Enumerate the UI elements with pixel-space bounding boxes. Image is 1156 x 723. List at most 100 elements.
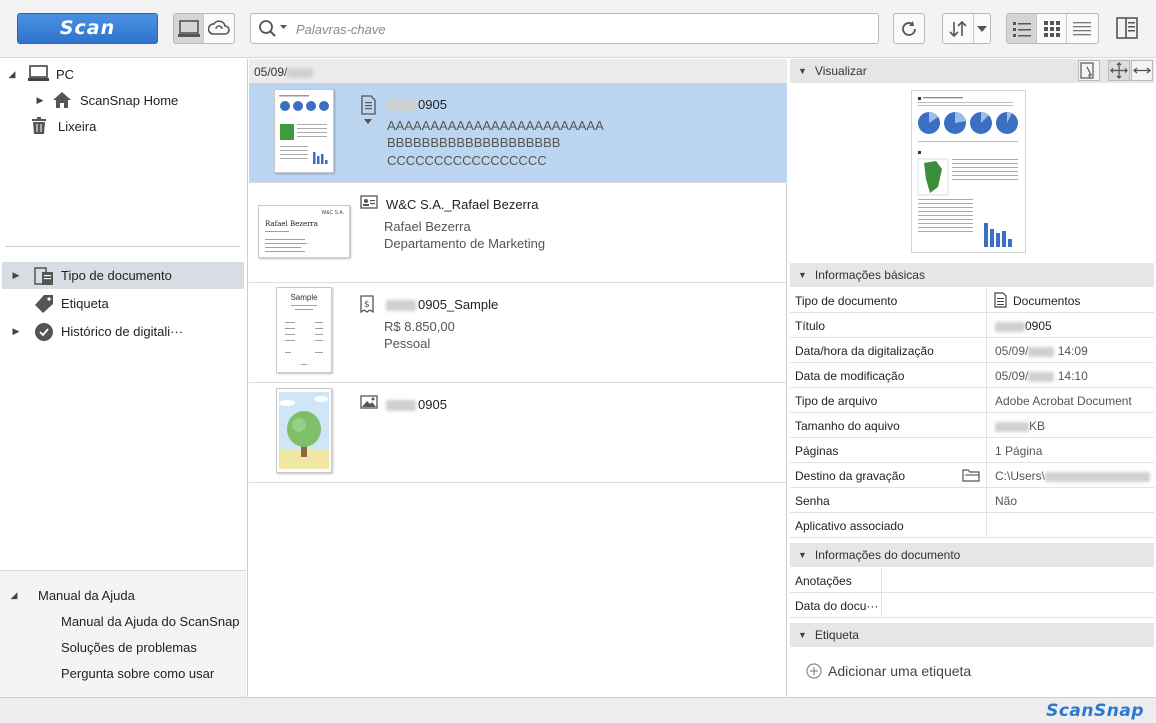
search-icon[interactable]	[258, 19, 288, 42]
tree-item-label: ScanSnap Home	[80, 92, 179, 108]
prop-key: Aplicativo associado	[795, 519, 904, 533]
search-input[interactable]: Palavras-chave	[250, 13, 879, 44]
folder-icon[interactable]	[962, 468, 980, 485]
detail-view-icon	[1073, 21, 1091, 35]
item-line: Pessoal	[384, 336, 431, 351]
prop-value[interactable]: 0905	[995, 319, 1052, 333]
prop-value[interactable]: Documentos	[1013, 294, 1080, 308]
sidebar-item-label: Tipo de documento	[61, 268, 172, 283]
cloud-toggle[interactable]	[204, 14, 234, 43]
business-card-thumbnail: W&C S.A. Rafael Bezerra	[258, 205, 350, 258]
sort-button[interactable]	[943, 14, 975, 43]
prop-row-notes: Anotações	[790, 568, 1154, 593]
prop-key: Tamanho do aquivo	[795, 419, 900, 433]
preview-title: Visualizar	[814, 64, 867, 78]
sidebar-item-tag[interactable]: Etiqueta	[2, 290, 244, 317]
list-view-button[interactable]	[1007, 14, 1037, 43]
prop-value: KB	[995, 419, 1045, 433]
item-line: BBBBBBBBBBBBBBBBBBBB	[387, 135, 561, 150]
detail-view-button[interactable]	[1067, 14, 1097, 43]
sidebar: ◢ PC ▶ ScanSnap Home Lixeira ▶ Tipo de d…	[0, 59, 248, 697]
prop-row-file-type: Tipo de arquivo Adobe Acrobat Document	[790, 388, 1154, 413]
prop-value: 1 Página	[995, 444, 1043, 458]
list-item[interactable]: 0905 AAAAAAAAAAAAAAAAAAAAAAAAA BBBBBBBBB…	[249, 83, 787, 183]
date-group-header: 05/09/	[249, 59, 787, 83]
tree-item-pc[interactable]: ◢ PC	[6, 63, 74, 85]
pan-button[interactable]	[1108, 60, 1130, 81]
panel-toggle-button[interactable]	[1115, 16, 1139, 43]
help-link-troubleshooting[interactable]: Soluções de problemas	[61, 640, 197, 655]
item-line: R$ 8.850,00	[384, 319, 455, 334]
collapse-icon[interactable]: ▼	[798, 550, 807, 560]
computer-toggle[interactable]	[174, 14, 204, 43]
tree-item-label: PC	[56, 66, 75, 82]
scan-button[interactable]: Scan	[17, 13, 158, 44]
tag-header[interactable]: ▼ Etiqueta	[790, 623, 1154, 647]
add-tag-button[interactable]: Adicionar uma etiqueta	[806, 663, 971, 679]
collapse-icon[interactable]: ▼	[798, 270, 807, 280]
business-card-icon	[360, 195, 378, 212]
list-item[interactable]: 0905	[249, 383, 787, 483]
prop-key: Tipo de documento	[795, 294, 898, 308]
fit-width-button[interactable]	[1131, 60, 1153, 81]
grid-view-button[interactable]	[1037, 14, 1067, 43]
grid-view-icon	[1043, 20, 1060, 37]
basic-info-header[interactable]: ▼ Informações básicas	[790, 263, 1154, 287]
prop-value: 05/09/ 14:10	[995, 369, 1088, 383]
prop-key: Data/hora da digitalização	[795, 344, 934, 358]
help-title: Manual da Ajuda	[38, 588, 135, 603]
search-placeholder: Palavras-chave	[296, 22, 386, 37]
computer-icon	[28, 65, 49, 81]
expand-icon[interactable]: ▶	[34, 95, 46, 106]
sort-dropdown[interactable]	[942, 13, 991, 44]
list-view-icon	[1012, 21, 1031, 37]
prop-row-document-type: Tipo de documento Documentos	[790, 288, 1154, 313]
prop-row-scan-datetime: Data/hora da digitalização 05/09/ 14:09	[790, 338, 1154, 363]
document-icon	[994, 292, 1007, 311]
trash-icon	[32, 117, 46, 134]
help-header[interactable]: ◢ Manual da Ajuda	[8, 588, 135, 603]
prop-value: 05/09/ 14:09	[995, 344, 1088, 358]
prop-key: Data do docu···	[795, 599, 879, 613]
expand-icon[interactable]: ▶	[10, 326, 22, 337]
tree-item-trash[interactable]: Lixeira	[30, 115, 96, 137]
home-icon	[53, 92, 71, 108]
tag-title: Etiqueta	[814, 628, 859, 642]
prop-row-associated-app: Aplicativo associado	[790, 513, 1154, 538]
document-preview	[911, 90, 1026, 253]
scansnap-logo: ScanSnap	[1046, 701, 1144, 721]
prop-key: Senha	[795, 494, 830, 508]
help-link-how-to-use[interactable]: Pergunta sobre como usar	[61, 666, 214, 681]
fit-page-icon	[1080, 62, 1094, 79]
expand-icon[interactable]: ▶	[10, 270, 22, 281]
item-line: AAAAAAAAAAAAAAAAAAAAAAAAA	[387, 118, 604, 133]
tree-item-scansnap-home[interactable]: ▶ ScanSnap Home	[34, 89, 178, 111]
sidebar-item-scan-history[interactable]: ▶ Histórico de digitali···	[2, 318, 244, 345]
sidebar-item-document-type[interactable]: ▶ Tipo de documento	[2, 262, 244, 289]
prop-value: C:\Users\	[995, 469, 1151, 483]
chevron-down-icon[interactable]	[974, 14, 990, 43]
refresh-button[interactable]	[893, 13, 925, 44]
doc-info-header[interactable]: ▼ Informações do documento	[790, 543, 1154, 567]
item-title: W&C S.A._Rafael Bezerra	[386, 197, 539, 212]
prop-row-title: Título 0905	[790, 313, 1154, 338]
date-header-label: 05/09/	[254, 65, 288, 79]
collapse-icon[interactable]: ▼	[798, 66, 807, 76]
prop-row-pages: Páginas 1 Página	[790, 438, 1154, 463]
item-title: 0905	[386, 397, 447, 412]
preview-header[interactable]: ▼ Visualizar	[790, 59, 1154, 83]
cloud-sync-icon	[208, 19, 230, 35]
list-item[interactable]: Sample $ 0905_Sample R$ 8.850,00 Pessoal	[249, 283, 787, 383]
image-icon	[360, 395, 378, 412]
collapse-icon[interactable]: ▼	[798, 630, 807, 640]
collapse-icon[interactable]: ◢	[8, 590, 20, 601]
list-item[interactable]: W&C S.A. Rafael Bezerra W&C S.A._Rafael …	[249, 183, 787, 283]
collapse-icon[interactable]: ◢	[6, 69, 18, 80]
fit-page-button[interactable]	[1078, 60, 1100, 81]
move-icon	[1110, 62, 1128, 79]
help-link-manual[interactable]: Manual da Ajuda do ScanSnap	[61, 614, 240, 629]
prop-key: Tipo de arquivo	[795, 394, 878, 408]
source-toggle	[173, 13, 235, 44]
toolbar: Scan Palavras-chave	[0, 0, 1156, 58]
item-line: CCCCCCCCCCCCCCCCC	[387, 153, 547, 168]
